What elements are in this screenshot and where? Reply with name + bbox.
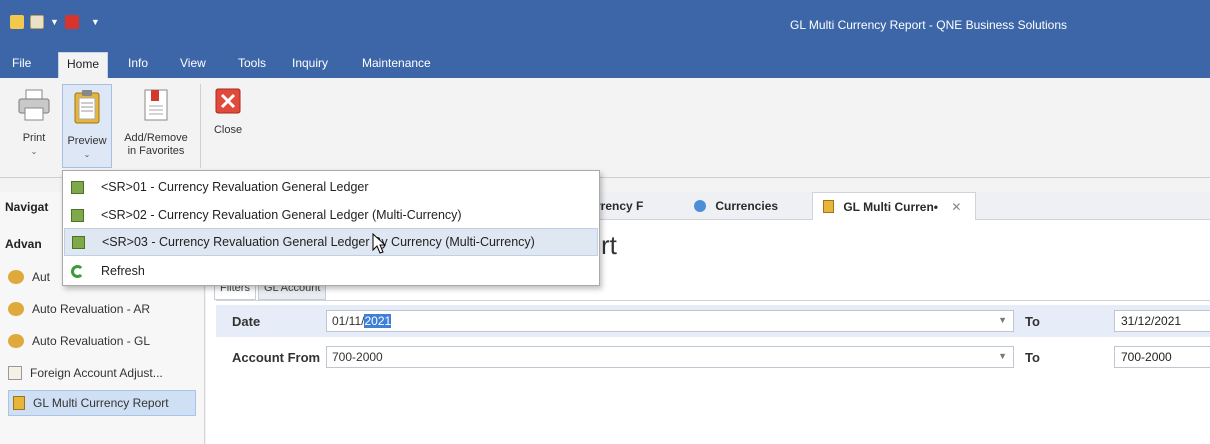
print-button[interactable]: Print ⌄ — [8, 84, 60, 158]
page-title: rt — [601, 230, 617, 260]
refresh-icon — [71, 264, 84, 278]
account-to-field[interactable]: 700-2000 — [1114, 346, 1210, 368]
clipboard-icon[interactable] — [30, 15, 44, 29]
chevron-down-icon: ⌄ — [30, 147, 38, 156]
nav-item-auto-revaluation-gl[interactable]: Auto Revaluation - GL — [8, 328, 196, 354]
add-remove-favorites-button[interactable]: Add/Remove in Favorites — [116, 84, 196, 158]
chevron-down-icon: ⌄ — [83, 150, 91, 159]
navigation-title: Navigat — [5, 200, 49, 214]
add-remove-label: Add/Remove — [124, 132, 188, 144]
dropdown-arrow-icon[interactable]: ▼ — [998, 315, 1007, 325]
nav-item-label: Auto Revaluation - AR — [32, 302, 151, 316]
report-icon — [13, 396, 25, 410]
nav-item-label: Foreign Account Adjust... — [30, 366, 163, 380]
printer-icon — [18, 89, 50, 121]
account-from-combo[interactable]: 700-2000 ▼ — [326, 346, 1014, 368]
report-icon — [71, 208, 84, 222]
menu-item-sr02[interactable]: <SR>02 - Currency Revaluation General Le… — [64, 201, 598, 229]
nav-group-heading: Advan — [5, 237, 42, 251]
menu-item-sr01[interactable]: <SR>01 - Currency Revaluation General Le… — [64, 173, 598, 201]
ribbon-separator — [200, 84, 201, 168]
nav-item-label: GL Multi Currency Report — [33, 396, 169, 410]
globe-icon — [694, 200, 706, 212]
menu-home[interactable]: Home — [58, 52, 109, 78]
dropdown-arrow-icon[interactable]: ▼ — [998, 351, 1007, 361]
preview-dropdown-menu: <SR>01 - Currency Revaluation General Le… — [62, 170, 600, 286]
nav-item-label: Aut — [32, 270, 51, 284]
date-label: Date — [232, 314, 261, 329]
chevron-down-icon[interactable]: ▼ — [50, 17, 59, 27]
date-row: Date 01/11/2021 ▼ To 31/12/2021 — [216, 305, 1210, 337]
report-icon — [823, 200, 834, 213]
date-from-selected-text: 2021 — [364, 314, 392, 328]
close-icon[interactable]: ✕ — [951, 200, 961, 214]
preview-label: Preview — [67, 135, 107, 147]
menu-tools[interactable]: Tools — [238, 56, 266, 70]
preview-button[interactable]: Preview ⌄ — [62, 84, 112, 168]
mouse-cursor-icon — [372, 233, 387, 254]
account-to-label: To — [1025, 350, 1040, 365]
edit-icon — [8, 366, 22, 380]
report-icon — [71, 180, 84, 194]
account-from-value: 700-2000 — [332, 350, 383, 364]
date-to-field[interactable]: 31/12/2021 — [1114, 310, 1210, 332]
close-icon — [215, 88, 241, 114]
print-label: Print — [22, 132, 46, 144]
menu-item-label: <SR>01 - Currency Revaluation General Le… — [101, 180, 369, 194]
favorites-label: in Favorites — [127, 145, 185, 157]
tab-label: rrency F — [596, 199, 644, 213]
date-from-prefix: 01/11/ — [332, 314, 365, 328]
menu-item-label: Refresh — [101, 264, 145, 278]
coins-icon — [8, 270, 24, 284]
window-title: GL Multi Currency Report - QNE Business … — [790, 18, 1067, 32]
tab-currency-report[interactable]: rrency F — [596, 192, 678, 220]
menu-view[interactable]: View — [180, 56, 206, 70]
tab-label: GL Multi Curren• — [843, 200, 938, 214]
customize-qat-icon[interactable]: ▼ — [91, 17, 100, 27]
close-label: Close — [213, 124, 243, 136]
menu-bar: File Home Info View Tools Inquiry Mainte… — [0, 50, 1210, 78]
save-icon[interactable] — [10, 15, 24, 29]
close-button[interactable]: Close — [208, 84, 248, 137]
menu-info[interactable]: Info — [128, 56, 148, 70]
account-row: Account From 700-2000 ▼ To 700-2000 — [216, 341, 1210, 373]
tab-label: Currencies — [715, 199, 779, 213]
menu-item-label: <SR>03 - Currency Revaluation General Le… — [102, 235, 535, 249]
report-icon — [72, 235, 85, 249]
clipboard-icon — [74, 90, 100, 124]
menu-item-refresh[interactable]: Refresh — [64, 257, 598, 285]
menu-item-label: <SR>02 - Currency Revaluation General Le… — [101, 208, 462, 222]
bookmark-document-icon — [144, 89, 168, 121]
title-bar: ▼ ▼ GL Multi Currency Report - QNE Busin… — [0, 0, 1210, 50]
nav-item-gl-multi-currency-report[interactable]: GL Multi Currency Report — [8, 390, 196, 416]
menu-inquiry[interactable]: Inquiry — [292, 56, 328, 70]
menu-item-sr03[interactable]: <SR>03 - Currency Revaluation General Le… — [64, 228, 598, 256]
filter-panel: Date 01/11/2021 ▼ To 31/12/2021 Account … — [216, 300, 1210, 444]
menu-maintenance[interactable]: Maintenance — [362, 56, 431, 70]
tab-gl-multi-currency[interactable]: GL Multi Curren• ✕ — [812, 192, 976, 220]
pdf-icon[interactable] — [64, 15, 79, 29]
nav-item-auto-revaluation-ar[interactable]: Auto Revaluation - AR — [8, 296, 196, 322]
coins-icon — [8, 334, 24, 348]
nav-item-label: Auto Revaluation - GL — [32, 334, 151, 348]
ribbon: Print ⌄ Preview ⌄ Add/Remove in Favorite… — [0, 78, 1210, 178]
nav-item-foreign-account-adjust[interactable]: Foreign Account Adjust... — [8, 360, 196, 386]
coins-icon — [8, 302, 24, 316]
date-to-label: To — [1025, 314, 1040, 329]
menu-file[interactable]: File — [12, 56, 31, 70]
quick-access-toolbar: ▼ ▼ — [10, 15, 100, 29]
date-from-combo[interactable]: 01/11/2021 ▼ — [326, 310, 1014, 332]
account-from-label: Account From — [232, 350, 321, 365]
tab-currencies[interactable]: Currencies — [684, 192, 808, 220]
